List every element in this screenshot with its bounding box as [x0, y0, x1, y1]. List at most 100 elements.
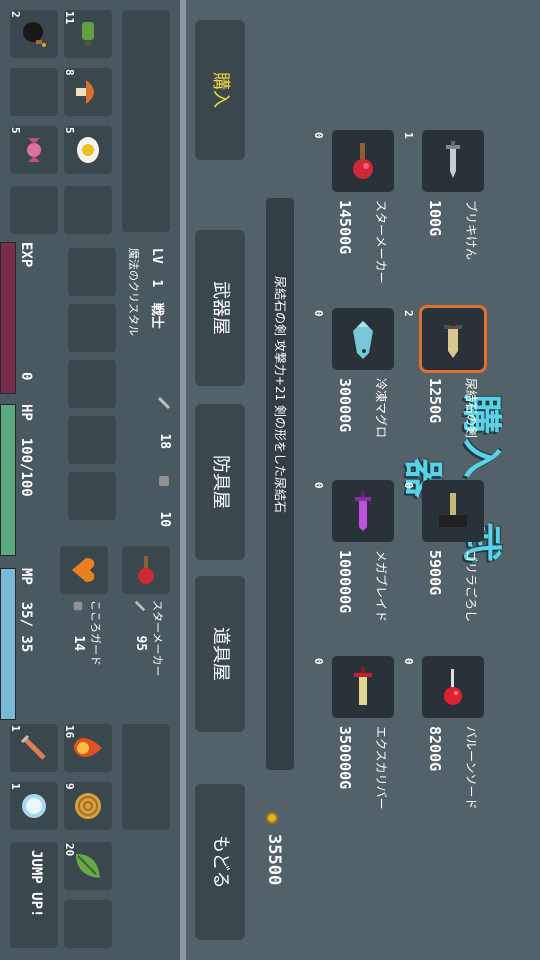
- wind-spiral-icon: [75, 793, 101, 819]
- game-screen: 購入武器 1 ブリキけん 100G 0 スターメーカー 14500G: [0, 0, 540, 960]
- equip-slot-empty[interactable]: [68, 416, 116, 464]
- equipped-weapon-slot[interactable]: [122, 546, 170, 594]
- shop-item-star-maker[interactable]: 0 スターメーカー 14500G: [312, 130, 394, 284]
- sword-stat-icon: [158, 396, 171, 410]
- item-name: メガブレイド: [374, 550, 388, 623]
- jump-up-label: JUMP UP!: [28, 850, 44, 918]
- exp-value: 0: [18, 372, 34, 381]
- shop-item-excalibur[interactable]: 0 エクスカリバー 350000G: [312, 656, 394, 810]
- shop-item-gorilla-killer[interactable]: 0 ゴリラごろし 5900G: [402, 480, 484, 622]
- item-price: 100G: [426, 200, 444, 237]
- item-name: スターメーカー: [374, 200, 388, 284]
- item-name: ゴリラごろし: [464, 550, 478, 623]
- nav-weapon-shop-button[interactable]: 武器屋: [195, 230, 245, 386]
- exp-bar: [0, 242, 16, 394]
- equipped-armor-stat: 14: [71, 600, 86, 651]
- nav-item-shop-button[interactable]: 道具屋: [195, 576, 245, 732]
- item-name: ブリキけん: [464, 200, 478, 261]
- shield-stat-icon: [159, 476, 170, 486]
- item-name: 尿結石の剣: [464, 378, 478, 439]
- equip-slot-empty[interactable]: [68, 360, 116, 408]
- item-count: 0: [312, 132, 325, 139]
- empty-wide-slot: [122, 10, 170, 232]
- shop-item-frozen-tuna[interactable]: 0 冷凍マグロ 30000G: [312, 308, 394, 438]
- mushroom-icon: [76, 80, 94, 104]
- attack-stat: 18: [157, 396, 172, 449]
- inventory-slot-empty[interactable]: [64, 186, 112, 234]
- item-price: 100000G: [336, 550, 354, 614]
- fire-icon: [74, 738, 102, 757]
- hp-bar: [0, 404, 16, 556]
- heart-guard-icon: [72, 558, 95, 582]
- kidney-stone-sword-icon: [444, 319, 462, 358]
- item-count: 2: [402, 310, 415, 317]
- shop-item-balloon-sword[interactable]: 0 バルーンソード 8200G: [402, 656, 484, 809]
- ice-orb-icon: [22, 794, 46, 818]
- skill-slot-empty[interactable]: [64, 900, 112, 948]
- equip-slot-empty[interactable]: [68, 472, 116, 520]
- level-text: LV 1 戦士: [149, 248, 164, 329]
- sword-stat-icon: [135, 600, 146, 612]
- item-count: 0: [312, 310, 325, 317]
- potion-bottle-icon: [82, 22, 94, 46]
- inventory-panel: 11 2 8 5 5 LV 1 戦士 魔法のクリスタル 18 10 スターメーカ…: [0, 0, 180, 960]
- excalibur-icon: [354, 667, 372, 705]
- fried-egg-icon: [77, 137, 99, 163]
- item-count: 0: [402, 658, 415, 665]
- shop-item-kidney-stone-sword[interactable]: 2 尿結石の剣 1250G: [402, 308, 484, 438]
- star-maker-mace-icon: [138, 556, 154, 584]
- item-name: 冷凍マグロ: [374, 378, 388, 439]
- mp-bar: [0, 568, 16, 720]
- shop-panel: 購入武器 1 ブリキけん 100G 0 スターメーカー 14500G: [186, 0, 540, 960]
- equipped-weapon-stat: 95: [133, 600, 148, 651]
- skill-slot-sword[interactable]: 1: [9, 724, 58, 772]
- equip-slot-empty[interactable]: [68, 304, 116, 352]
- nav-buy-button[interactable]: 購入: [195, 20, 245, 160]
- item-price: 5900G: [426, 550, 444, 596]
- inventory-slot-candy[interactable]: 5: [9, 126, 58, 174]
- leaf-icon: [76, 854, 100, 878]
- sword-skill-icon: [20, 734, 46, 760]
- skill-slot-wind[interactable]: 9: [63, 782, 112, 830]
- mega-blade-icon: [355, 491, 371, 531]
- item-price: 1250G: [426, 378, 444, 424]
- equipped-armor-name: こころガード: [89, 600, 102, 666]
- item-price: 30000G: [336, 378, 354, 433]
- skill-slot-leaf[interactable]: 20: [63, 842, 112, 890]
- inventory-slot-fried-egg[interactable]: 5: [63, 126, 112, 174]
- jump-up-button[interactable]: JUMP UP!: [10, 842, 58, 948]
- money-amount: 35500: [264, 834, 284, 886]
- item-count: 1: [402, 132, 415, 139]
- skill-slot-ice[interactable]: 1: [9, 782, 58, 830]
- equipped-armor-slot[interactable]: [60, 546, 108, 594]
- item-price: 14500G: [336, 200, 354, 255]
- tin-sword-icon: [446, 141, 460, 178]
- star-maker-mace-icon: [353, 143, 373, 179]
- nav-armor-shop-button[interactable]: 防具屋: [195, 404, 245, 560]
- inventory-slot-bomb[interactable]: 2: [9, 10, 58, 58]
- inventory-slot-empty[interactable]: [10, 186, 58, 234]
- equipped-weapon-name: スターメーカー: [151, 600, 164, 677]
- character-title: 魔法のクリスタル: [127, 248, 140, 336]
- shop-item-mega-blade[interactable]: 0 メガブレイド 100000G: [312, 480, 394, 622]
- inventory-slot-potion[interactable]: 11: [63, 10, 112, 58]
- exp-label: EXP: [18, 242, 34, 268]
- item-name: エクスカリバー: [374, 726, 388, 810]
- skill-slot-fire[interactable]: 16: [63, 724, 112, 772]
- bomb-icon: [23, 22, 46, 47]
- inventory-slot-mushroom[interactable]: 8: [63, 68, 112, 116]
- shop-item-tin-sword[interactable]: 1 ブリキけん 100G: [402, 130, 484, 260]
- balloon-sword-icon: [444, 669, 462, 705]
- panel-divider: [180, 0, 186, 960]
- item-name: バルーンソード: [464, 726, 478, 810]
- equip-slot-empty[interactable]: [68, 248, 116, 296]
- shield-stat-icon: [74, 601, 83, 611]
- money-display: 35500: [264, 812, 284, 885]
- empty-wide-slot: [122, 724, 170, 830]
- mp-label: MP 35/ 35: [18, 568, 34, 653]
- item-price: 8200G: [426, 726, 444, 772]
- nav-back-button[interactable]: もどる: [195, 784, 245, 940]
- inventory-slot-empty[interactable]: [10, 68, 58, 116]
- hammer-icon: [439, 493, 467, 527]
- item-count: 0: [402, 482, 415, 489]
